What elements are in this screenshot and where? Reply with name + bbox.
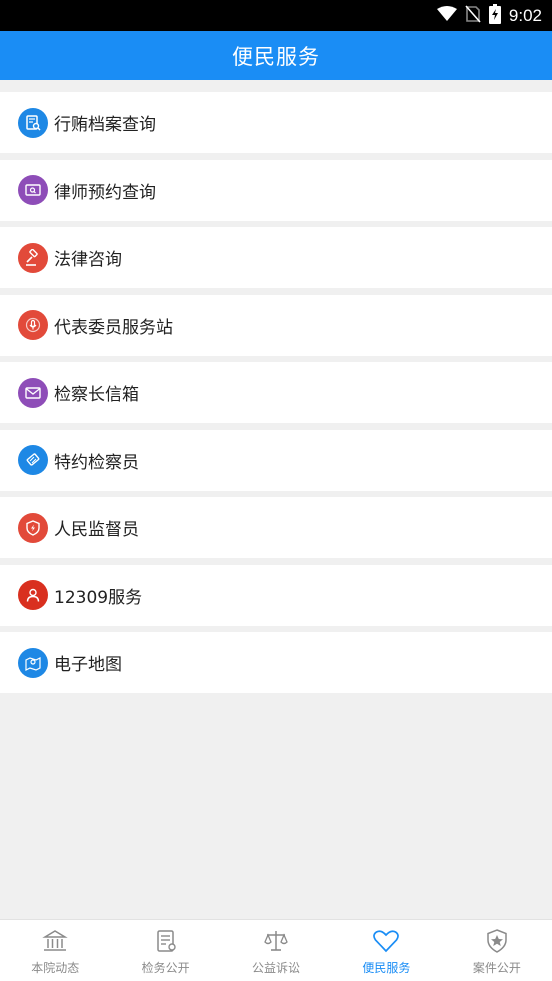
gavel-icon (18, 242, 48, 273)
service-item-procurator-mailbox[interactable]: 检察长信箱 (0, 362, 552, 423)
tab-label: 便民服务 (362, 961, 411, 975)
tab-label: 公益诉讼 (252, 961, 301, 975)
tab-affairs-disclosure[interactable]: 检务公开 (110, 920, 220, 981)
map-pin-icon (18, 647, 48, 678)
service-item-label: 检察长信箱 (54, 385, 139, 405)
service-item-label: 12309服务 (54, 587, 143, 608)
service-item-lawyer-appointment[interactable]: 律师预约查询 (0, 159, 552, 221)
status-time: 9:02 (508, 5, 542, 25)
heart-icon (372, 927, 400, 955)
building-icon (41, 927, 69, 955)
service-item-representative-station[interactable]: 代表委员服务站 (0, 294, 552, 356)
page-title: 便民服务 (232, 44, 320, 69)
star-badge-icon (483, 927, 511, 955)
service-item-label: 行贿档案查询 (54, 115, 156, 135)
wifi-icon (436, 5, 457, 26)
bottom-tab-bar: 本院动态 检务公开 公益诉讼 便民服务 案件公开 (0, 919, 552, 981)
service-list: 行贿档案查询 律师预约查询 法律咨询 代表委员服务站 检察长信箱 特约检察员 人… (0, 92, 552, 700)
tab-case-disclosure[interactable]: 案件公开 (442, 920, 552, 981)
document-search-icon (18, 107, 48, 138)
service-item-label: 人民监督员 (54, 520, 139, 540)
tab-label: 检务公开 (141, 961, 190, 975)
battery-charging-icon (488, 3, 501, 28)
service-item-12309[interactable]: 12309服务 (0, 564, 552, 626)
service-item-electronic-map[interactable]: 电子地图 (0, 632, 552, 693)
status-bar: 9:02 (0, 0, 552, 31)
monitor-search-icon (18, 175, 48, 205)
service-item-bribery-records[interactable]: 行贿档案查询 (0, 92, 552, 153)
service-item-label: 特约检察员 (54, 452, 139, 473)
service-item-label: 代表委员服务站 (54, 317, 173, 338)
tab-label: 本院动态 (31, 961, 80, 975)
tab-convenience-services[interactable]: 便民服务 (331, 920, 441, 981)
envelope-icon (18, 377, 48, 408)
tab-public-interest-litigation[interactable]: 公益诉讼 (221, 920, 331, 981)
handshake-icon (18, 445, 48, 475)
service-item-legal-consultation[interactable]: 法律咨询 (0, 227, 552, 288)
tab-label: 案件公开 (472, 961, 521, 975)
service-item-label: 电子地图 (54, 655, 122, 675)
document-icon (152, 927, 180, 955)
person-icon (18, 580, 48, 610)
service-item-label: 律师预约查询 (54, 182, 156, 203)
microphone-icon (18, 310, 48, 340)
shield-bolt-icon (18, 512, 48, 543)
service-item-special-procurator[interactable]: 特约检察员 (0, 429, 552, 491)
service-item-people-supervisor[interactable]: 人民监督员 (0, 497, 552, 558)
tab-court-news[interactable]: 本院动态 (0, 920, 110, 981)
no-sim-icon (465, 4, 481, 27)
service-item-label: 法律咨询 (54, 250, 122, 270)
app-header: 便民服务 (0, 31, 552, 80)
scales-icon (262, 927, 290, 955)
